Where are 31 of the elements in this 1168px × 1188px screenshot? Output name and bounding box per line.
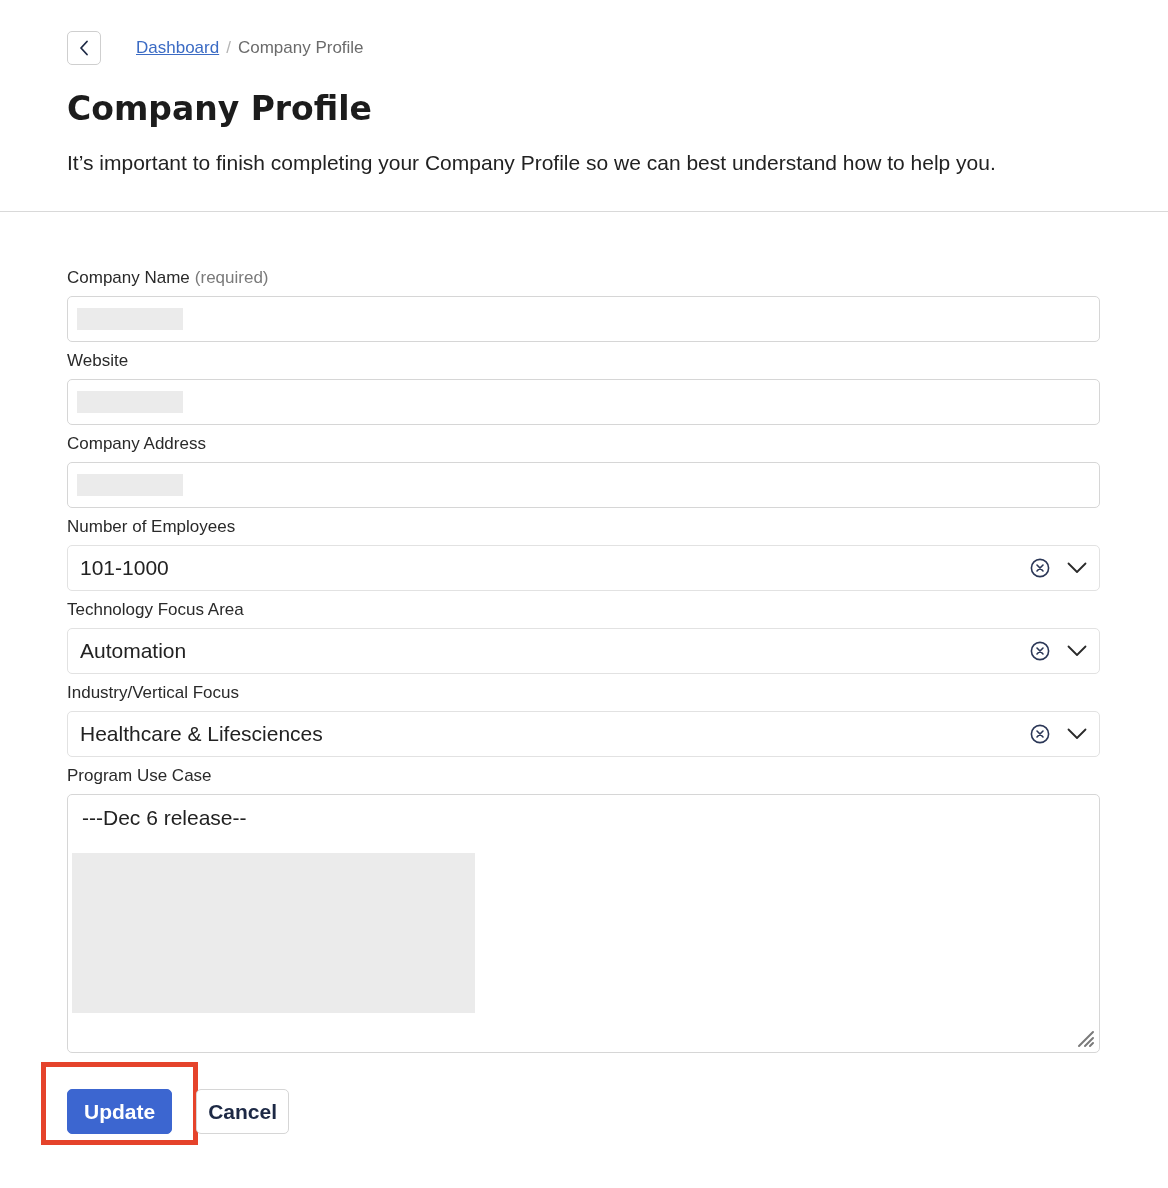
dropdown-field[interactable]: Automation [67,628,1100,674]
breadcrumb-link[interactable]: Dashboard [136,35,220,61]
breadcrumb-current: Company Profile [237,37,364,60]
chevron-down-icon [1067,645,1087,657]
resize-grip-icon [1077,1030,1095,1048]
field-label: Company Address [67,434,206,454]
back-button[interactable] [67,31,101,65]
breadcrumb-separator: / [226,37,231,60]
chevron-left-icon [79,40,89,56]
chevron-down-icon [1067,562,1087,574]
field-label: Website [67,351,129,371]
text-field[interactable] [67,462,1100,508]
dropdown-field[interactable]: Healthcare & Lifesciences [67,711,1100,757]
cancel-button[interactable]: Cancel [196,1089,290,1134]
clear-icon[interactable] [1030,641,1050,661]
field-label: Program Use Case [67,766,212,786]
clear-icon[interactable] [1030,558,1050,578]
textarea-field[interactable]: ---Dec 6 release-- [67,794,1100,1053]
field-label: Technology Focus Area [67,600,244,620]
chevron-down-icon [1067,728,1087,740]
field-label: Company Name [67,268,190,288]
field-label: Number of Employees [67,517,236,537]
page-title: Company Profile [67,88,373,130]
text-field[interactable] [67,379,1100,425]
field-label: Industry/Vertical Focus [67,683,239,703]
page-description: It’s important to finish completing your Company Profile so we can best understand how to help you. [67,150,997,176]
clear-icon[interactable] [1030,724,1050,744]
dropdown-field[interactable]: 101-1000 [67,545,1100,591]
update-button[interactable]: Update [67,1089,173,1134]
text-field[interactable] [67,296,1100,342]
required-hint: (required) [194,268,269,288]
